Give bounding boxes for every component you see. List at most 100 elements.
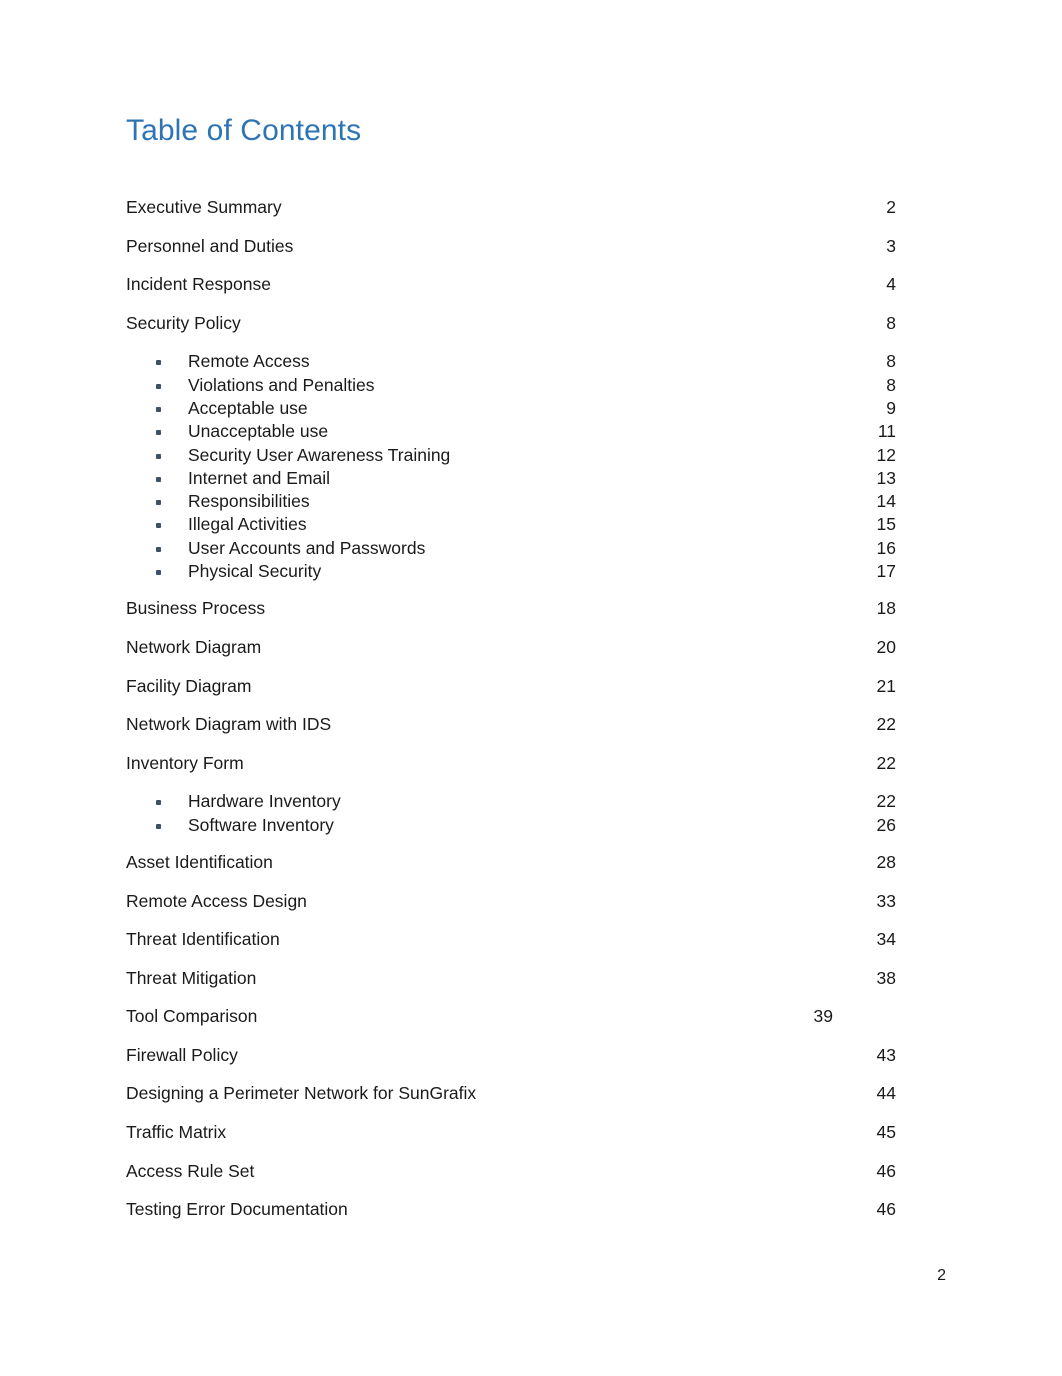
toc-entry-page: 34 [876,929,896,950]
toc-entry-title: Security Policy [126,312,241,333]
bullet-icon [156,823,161,829]
toc-entry-title: Traffic Matrix [126,1122,227,1143]
toc-entry-page: 28 [876,851,896,872]
toc-subitem-title: Security User Awareness Training [188,444,451,465]
list-item[interactable]: Software Inventory 26 [126,814,896,837]
toc-entry-page: 39 [813,1006,833,1027]
bullet-icon [156,523,161,529]
toc-entry[interactable]: Incident Response 4 [126,273,896,312]
toc-entry[interactable]: Personnel and Duties 3 [126,235,896,274]
toc-subitem-page: 14 [876,491,896,512]
toc-entry[interactable]: Business Process 18 [126,597,896,636]
toc-entry-page: 8 [886,312,896,333]
toc-entry-title: Threat Identification [126,929,280,950]
toc-subitem-page: 17 [876,561,896,582]
toc-subitem-page: 11 [877,421,896,442]
toc-entry-title: Remote Access Design [126,890,307,911]
toc-entry-title: Asset Identification [126,851,273,872]
bullet-icon [156,500,161,506]
toc-subitem-title: Unacceptable use [188,421,329,442]
toc-entry-page: 38 [876,967,896,988]
toc-subitem-page: 12 [876,444,896,465]
toc-subitem-page: 22 [876,791,896,812]
toc-entry[interactable]: Facility Diagram 21 [126,675,896,714]
list-item[interactable]: Hardware Inventory 22 [126,790,896,813]
bullet-icon [156,570,161,576]
toc-entry[interactable]: Network Diagram 20 [126,636,896,675]
bullet-icon [156,360,161,366]
list-item[interactable]: Security User Awareness Training 12 [126,444,896,467]
toc-entry-page: 46 [876,1160,896,1181]
toc-subitem-page: 9 [886,397,896,418]
toc-entry[interactable]: Asset Identification 28 [126,851,896,890]
toc-subitem-title: Illegal Activities [188,514,307,535]
document-body: Table of Contents Executive Summary 2 Pe… [126,112,896,1237]
toc-entry-page: 18 [876,598,896,619]
document-page: Table of Contents Executive Summary 2 Pe… [0,0,1062,1376]
toc-subitem-title: Remote Access [188,351,310,372]
toc-entry-page: 45 [876,1122,896,1143]
toc-entry[interactable]: Security Policy 8 [126,312,896,351]
toc-subitem-page: 8 [886,374,896,395]
toc-entry-page: 22 [876,714,896,735]
toc-entry[interactable]: Remote Access Design 33 [126,890,896,929]
inventory-form-sublist: Hardware Inventory 22 Software Inventory… [126,790,896,851]
toc-entry-page: 33 [876,890,896,911]
toc-entry-page: 46 [876,1199,896,1220]
toc-entry[interactable]: Network Diagram with IDS 22 [126,713,896,752]
toc-entry[interactable]: Inventory Form 22 [126,752,896,791]
toc-entry[interactable]: Firewall Policy 43 [126,1044,896,1083]
toc-entry[interactable]: Designing a Perimeter Network for SunGra… [126,1082,896,1121]
toc-entry-page: 44 [876,1083,896,1104]
toc-entry[interactable]: Tool Comparison 39 [126,1005,896,1044]
toc-entry[interactable]: Threat Identification 34 [126,928,896,967]
list-item[interactable]: Acceptable use 9 [126,397,896,420]
toc-subitem-title: Software Inventory [188,814,334,835]
toc-entry-title: Threat Mitigation [126,967,257,988]
toc-subitem-title: Acceptable use [188,397,308,418]
toc-entry[interactable]: Threat Mitigation 38 [126,967,896,1006]
toc-entry[interactable]: Traffic Matrix 45 [126,1121,896,1160]
bullet-icon [156,800,161,806]
bullet-icon [156,430,161,436]
toc-entry-page: 21 [876,675,896,696]
page-title: Table of Contents [126,114,362,147]
toc-subitem-title: Hardware Inventory [188,791,341,812]
toc-entry-page: 43 [876,1044,896,1065]
list-item[interactable]: Physical Security 17 [126,560,896,583]
toc-entry-title: Network Diagram with IDS [126,714,332,735]
toc-subitem-page: 8 [886,351,896,372]
security-policy-sublist: Remote Access 8 Violations and Penalties… [126,350,896,597]
list-item[interactable]: Internet and Email 13 [126,467,896,490]
list-item[interactable]: Unacceptable use 11 [126,420,896,443]
toc-entry[interactable]: Testing Error Documentation 46 [126,1198,896,1237]
toc-entry-title: Firewall Policy [126,1044,238,1065]
bullet-icon [156,453,161,459]
bullet-icon [156,406,161,412]
toc-subitem-title: Responsibilities [188,491,310,512]
toc-subitem-page: 26 [876,814,896,835]
toc-subitem-title: Violations and Penalties [188,374,375,395]
toc-entry[interactable]: Executive Summary 2 [126,196,896,235]
bullet-icon [156,546,161,552]
toc-entry-page: 20 [876,636,896,657]
bullet-icon [156,383,161,389]
toc-subitem-page: 13 [876,467,896,488]
toc-subitem-page: 16 [876,537,896,558]
toc-entry[interactable]: Access Rule Set 46 [126,1160,896,1199]
toc-entry-title: Facility Diagram [126,675,252,696]
toc-entry-title: Executive Summary [126,197,282,217]
toc-entry-page: 2 [886,197,896,217]
bullet-icon [156,476,161,482]
list-item[interactable]: Violations and Penalties 8 [126,374,896,397]
toc-entry-title: Access Rule Set [126,1160,255,1181]
list-item[interactable]: Illegal Activities 15 [126,513,896,536]
toc-entry-title: Tool Comparison [126,1006,258,1027]
list-item[interactable]: User Accounts and Passwords 16 [126,537,896,560]
toc-entry-title: Incident Response [126,274,271,295]
list-item[interactable]: Remote Access 8 [126,350,896,373]
toc-subitem-title: Internet and Email [188,467,331,488]
list-item[interactable]: Responsibilities 14 [126,490,896,513]
toc-entry-title: Personnel and Duties [126,235,294,256]
toc-entry-title: Network Diagram [126,636,262,657]
